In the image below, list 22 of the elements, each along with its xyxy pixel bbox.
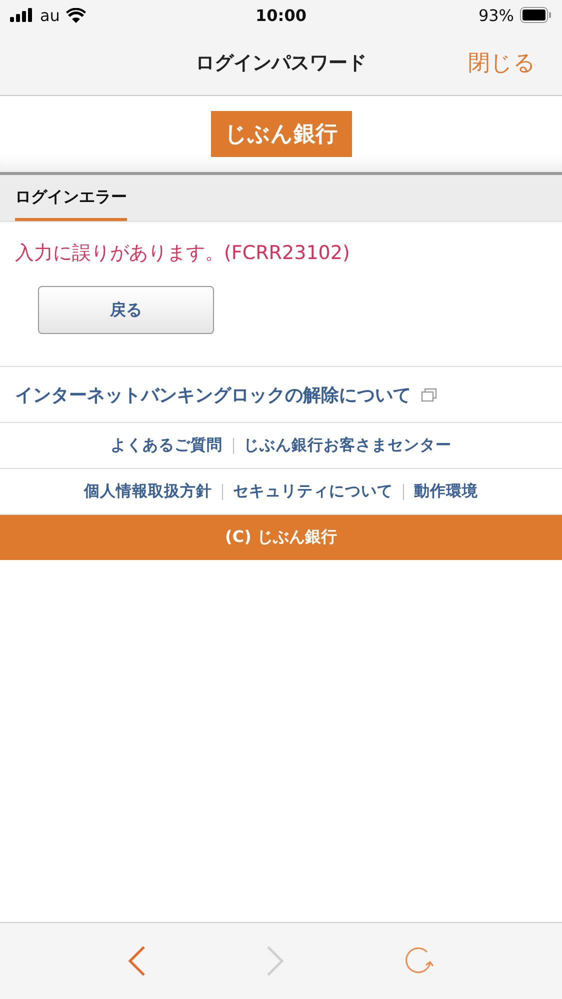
footer-link[interactable]: セキュリティについて <box>233 481 393 502</box>
section-tab[interactable]: ログインエラー <box>15 187 127 221</box>
footer-link[interactable]: 個人情報取扱方針 <box>84 481 212 502</box>
battery-percent: 93% <box>478 6 514 24</box>
error-message: 入力に誤りがあります。(FCRR23102) <box>14 241 351 266</box>
unlock-info-link[interactable]: インターネットバンキングロックの解除について <box>15 382 411 406</box>
reload-icon <box>403 946 435 976</box>
copyright-bar: (C) じぶん銀行 <box>0 515 562 560</box>
bank-logo: じぶん銀行 <box>210 111 352 157</box>
back-icon <box>127 945 147 977</box>
back-button[interactable]: 戻る <box>38 286 214 334</box>
footer-link[interactable]: 動作環境 <box>414 481 478 502</box>
forward-icon <box>265 945 285 977</box>
clock: 10:00 <box>256 6 306 24</box>
new-window-icon <box>421 388 437 402</box>
carrier: au <box>40 6 60 24</box>
wifi-icon <box>66 8 86 22</box>
page-title: ログインパスワード <box>196 50 366 76</box>
signal-icon <box>10 8 34 22</box>
footer-link[interactable]: よくあるご質問 <box>110 435 222 456</box>
footer-link[interactable]: じぶん銀行お客さまセンター <box>244 435 452 456</box>
battery-icon <box>520 7 552 23</box>
